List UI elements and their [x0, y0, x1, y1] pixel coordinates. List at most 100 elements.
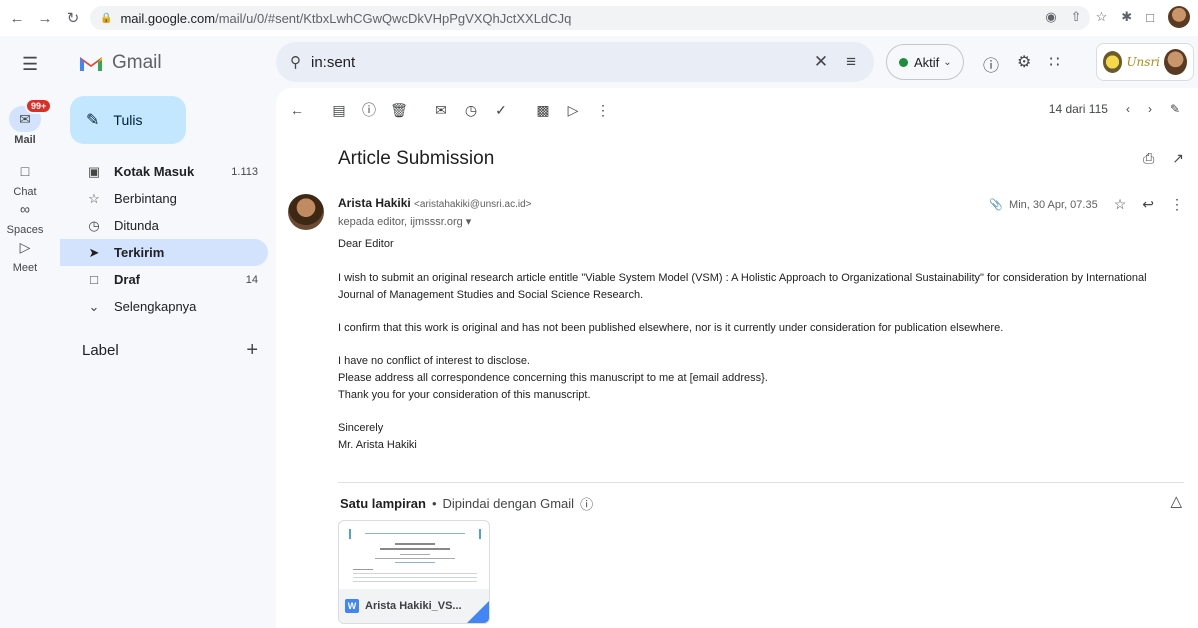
- scan-note: Dipindai dengan Gmail: [442, 496, 575, 511]
- print-icon[interactable]: ⎙: [1143, 150, 1154, 167]
- info-icon[interactable]: ⓘ: [580, 494, 593, 513]
- sender-avatar[interactable]: [288, 194, 324, 230]
- search-icon[interactable]: ⚲: [290, 53, 301, 71]
- add-label-icon[interactable]: +: [246, 340, 258, 360]
- chevron-down-icon: ⌄: [88, 298, 100, 314]
- app-name: Gmail: [112, 52, 162, 73]
- page-fold-icon: [467, 601, 489, 623]
- attachment-preview: [345, 521, 485, 585]
- folder-starred[interactable]: ☆ Berbintang: [60, 185, 268, 212]
- status-dropdown[interactable]: Aktif ⌄: [886, 44, 964, 80]
- folder-drafts[interactable]: □ Draf 14: [60, 266, 268, 293]
- back-icon[interactable]: ←: [6, 7, 28, 29]
- pager: 14 dari 115 ‹ › ✎: [1049, 102, 1180, 116]
- share-icon[interactable]: ⇧: [1071, 9, 1082, 25]
- clear-search-icon[interactable]: ✕: [814, 52, 828, 72]
- folder-sent[interactable]: ➤ Terkirim: [60, 239, 268, 266]
- search-options-icon[interactable]: ≡: [846, 52, 856, 72]
- label-section: Label +: [82, 340, 258, 360]
- url-path: /mail/u/0/#sent/KtbxLwhCGwQwcDkVHpPgVXQh…: [215, 10, 572, 26]
- eye-icon[interactable]: ◉: [1045, 9, 1056, 25]
- snooze-icon[interactable]: ◷: [456, 102, 486, 119]
- search-bar[interactable]: ⚲ in:sent ✕ ≡: [276, 42, 874, 82]
- sidepanel-icon[interactable]: □: [1146, 10, 1154, 25]
- add-task-icon[interactable]: ✓: [486, 102, 516, 119]
- recipients-text: kepada editor, ijmsssr.org: [338, 216, 463, 228]
- message-date: Min, 30 Apr, 07.35: [1009, 198, 1098, 211]
- star-message-icon[interactable]: ☆: [1114, 196, 1127, 213]
- body-closing: Sincerely: [338, 422, 384, 434]
- meet-icon: ▷: [19, 238, 31, 255]
- more-options-icon[interactable]: ⋮: [588, 102, 618, 119]
- attachment-card[interactable]: W Arista Hakiki_VS...: [338, 520, 490, 624]
- body-signature: Mr. Arista Hakiki: [338, 439, 417, 451]
- help-icon[interactable]: ⓘ: [983, 52, 999, 76]
- prev-message-icon[interactable]: ‹: [1126, 102, 1130, 116]
- settings-gear-icon[interactable]: ⚙: [1017, 52, 1031, 76]
- folder-more[interactable]: ⌄ Selengkapnya: [60, 293, 268, 320]
- body-paragraph: I confirm that this work is original and…: [338, 322, 1004, 334]
- folder-list: ▣ Kotak Masuk 1.113 ☆ Berbintang ◷ Ditun…: [60, 158, 268, 320]
- add-to-drive-icon[interactable]: △: [1170, 492, 1182, 510]
- label-icon[interactable]: ▷: [558, 102, 588, 119]
- unread-badge: 99+: [25, 98, 53, 114]
- show-details-icon[interactable]: ▾: [466, 216, 472, 228]
- browser-toolbar: ← → ↻ 🔒 mail.google.com/mail/u/0/#sent/K…: [0, 0, 1198, 36]
- attachments-header: Satu lampiran • Dipindai dengan Gmail ⓘ: [340, 494, 593, 513]
- pager-text: 14 dari 115: [1048, 102, 1108, 116]
- reading-pane: ← ▤ ⓘ 🗑 ✉ ◷ ✓ ▩ ▷ ⋮ 14 dari 115 ‹ › ✎ Ar…: [276, 88, 1198, 628]
- mark-unread-icon[interactable]: ✉: [426, 102, 456, 119]
- body-line: Thank you for your consideration of this…: [338, 389, 591, 401]
- reload-icon[interactable]: ↻: [62, 7, 84, 29]
- bookmark-star-icon[interactable]: ☆: [1096, 9, 1108, 25]
- back-to-list-icon[interactable]: ←: [282, 102, 312, 118]
- folder-inbox[interactable]: ▣ Kotak Masuk 1.113: [60, 158, 268, 185]
- rail-item-spaces[interactable]: ∞ Spaces: [0, 196, 50, 236]
- next-message-icon[interactable]: ›: [1148, 102, 1152, 116]
- sender-line: Arista Hakiki <aristahakiki@unsri.ac.id>: [338, 196, 531, 210]
- address-bar[interactable]: 🔒 mail.google.com/mail/u/0/#sent/KtbxLwh…: [90, 6, 1090, 30]
- folder-label: Kotak Masuk: [114, 164, 195, 179]
- org-name: Unsri: [1126, 55, 1161, 69]
- profile-avatar[interactable]: [1168, 6, 1190, 28]
- extensions-icon[interactable]: ✱: [1121, 9, 1132, 25]
- compose-button[interactable]: ✎ Tulis: [70, 96, 186, 144]
- gmail-logo[interactable]: Gmail: [78, 52, 162, 74]
- email-subject: Article Submission: [338, 148, 495, 169]
- forward-icon[interactable]: →: [34, 7, 56, 29]
- chat-icon: □: [20, 163, 30, 179]
- app-rail: ✉ 99+ Mail □ Chat ∞ Spaces ▷ Meet: [0, 36, 60, 628]
- attachments-count: Satu lampiran: [340, 496, 426, 511]
- star-icon: ☆: [88, 190, 100, 206]
- org-logo[interactable]: Unsri: [1096, 43, 1194, 81]
- folder-count: 14: [245, 273, 258, 286]
- delete-icon[interactable]: 🗑: [384, 102, 414, 119]
- body-line: Please address all correspondence concer…: [338, 372, 768, 384]
- rail-item-chat[interactable]: □ Chat: [0, 158, 50, 198]
- pencil-icon: ✎: [86, 112, 100, 129]
- archive-icon[interactable]: ▤: [324, 102, 354, 119]
- label-section-title: Label: [82, 342, 119, 359]
- draft-icon: □: [90, 272, 98, 287]
- org-emblem-icon: [1103, 51, 1123, 73]
- rail-item-mail[interactable]: ✉ 99+ Mail: [0, 98, 53, 146]
- input-tools-icon[interactable]: ✎: [1170, 102, 1180, 116]
- folder-count: 1.113: [231, 165, 258, 178]
- search-input[interactable]: in:sent: [311, 54, 814, 71]
- rail-item-meet[interactable]: ▷ Meet: [0, 234, 50, 275]
- account-avatar[interactable]: [1164, 49, 1187, 75]
- move-to-icon[interactable]: ▩: [528, 102, 558, 119]
- folder-snoozed[interactable]: ◷ Ditunda: [60, 212, 268, 239]
- rail-label-mail: Mail: [14, 134, 36, 146]
- report-spam-icon[interactable]: ⓘ: [354, 100, 384, 120]
- apps-grid-icon[interactable]: ∷: [1049, 52, 1059, 76]
- reply-icon[interactable]: ↩: [1142, 196, 1154, 213]
- recipients-line[interactable]: kepada editor, ijmsssr.org ▾: [338, 215, 471, 228]
- folder-label: Selengkapnya: [114, 299, 197, 314]
- open-new-window-icon[interactable]: ↗: [1172, 150, 1184, 167]
- sender-name[interactable]: Arista Hakiki: [338, 196, 411, 210]
- attachment-filename: Arista Hakiki_VS...: [365, 600, 462, 612]
- message-more-icon[interactable]: ⋮: [1170, 196, 1184, 213]
- url-host: mail.google.com: [120, 10, 216, 26]
- status-label: Aktif: [914, 54, 940, 70]
